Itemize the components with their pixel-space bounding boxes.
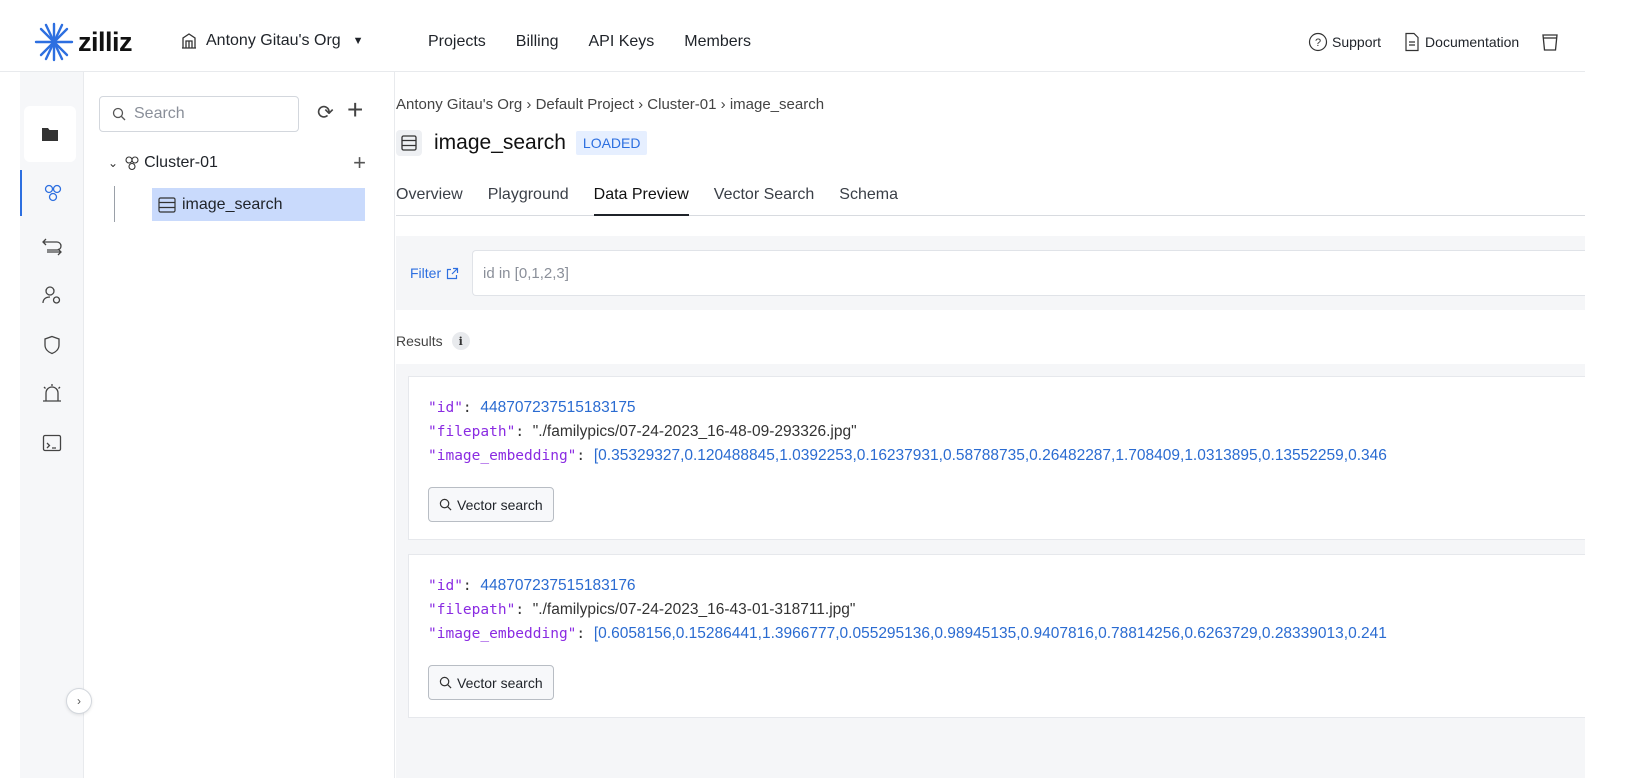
- page-title-row: image_search LOADED: [396, 130, 648, 156]
- tab-vector-search[interactable]: Vector Search: [714, 184, 815, 216]
- document-icon: [1405, 32, 1419, 52]
- add-icon[interactable]: +: [347, 94, 363, 126]
- top-nav: Projects Billing API Keys Members: [428, 33, 781, 51]
- left-rail: ›: [20, 72, 92, 778]
- refresh-icon[interactable]: ⟳: [317, 100, 334, 125]
- filter-panel: Filter: [396, 236, 1585, 310]
- org-name: Antony Gitau's Org: [206, 32, 341, 49]
- add-collection-icon[interactable]: +: [353, 150, 366, 176]
- result-embedding: [0.35329327,0.120488845,1.0392253,0.1623…: [593, 447, 1387, 464]
- result-id: 448707237515183176: [480, 577, 636, 594]
- logo-text: zilliz: [78, 26, 133, 57]
- tab-overview[interactable]: Overview: [396, 184, 463, 216]
- filter-link[interactable]: Filter: [410, 265, 459, 281]
- tab-schema[interactable]: Schema: [839, 184, 898, 216]
- tab-data-preview[interactable]: Data Preview: [593, 184, 689, 216]
- nav-billing[interactable]: Billing: [516, 33, 559, 51]
- results-label: Results: [396, 333, 443, 349]
- tree-connector-line: [114, 186, 115, 222]
- results-heading: Results i: [396, 332, 470, 350]
- rail-security[interactable]: [20, 322, 84, 368]
- search-icon: [439, 676, 452, 689]
- support-label: Support: [1332, 34, 1382, 50]
- vector-search-button[interactable]: Vector search: [428, 665, 554, 700]
- collection-name: image_search: [182, 195, 283, 213]
- svg-text:?: ?: [1315, 37, 1321, 49]
- collection-table-icon: [396, 130, 422, 156]
- main-content: Antony Gitau's Org › Default Project › C…: [396, 72, 1585, 778]
- result-embedding-line: "image_embedding": [0.6058156,0.15286441…: [428, 625, 1387, 642]
- filter-input[interactable]: [472, 250, 1585, 296]
- result-id-line: "id": 448707237515183175: [428, 399, 636, 416]
- zilliz-logo[interactable]: zilliz: [34, 22, 133, 62]
- result-filepath: "./familypics/07-24-2023_16-43-01-318711…: [532, 601, 856, 618]
- search-icon: [112, 107, 126, 121]
- building-icon: [180, 32, 198, 50]
- nav-api-keys[interactable]: API Keys: [588, 33, 654, 51]
- info-icon[interactable]: i: [451, 332, 470, 350]
- rail-alerts[interactable]: [20, 370, 84, 416]
- status-badge: LOADED: [575, 131, 648, 155]
- nav-projects[interactable]: Projects: [428, 33, 486, 51]
- tree-cluster-item[interactable]: ⌄ Cluster-01 +: [108, 150, 368, 175]
- terminal-icon: [42, 434, 62, 452]
- result-id: 448707237515183175: [480, 399, 636, 416]
- user-gear-icon: [42, 286, 61, 304]
- folder-icon: [42, 128, 58, 141]
- vector-search-button[interactable]: Vector search: [428, 487, 554, 522]
- clusters-icon: [44, 184, 62, 202]
- breadcrumb[interactable]: Antony Gitau's Org › Default Project › C…: [396, 96, 824, 113]
- question-circle-icon: ?: [1308, 32, 1328, 52]
- support-link[interactable]: ? Support: [1308, 32, 1381, 52]
- zilliz-star-icon: [34, 22, 74, 62]
- database-icon: [1542, 34, 1558, 51]
- cluster-name: Cluster-01: [144, 154, 218, 171]
- result-id-line: "id": 448707237515183176: [428, 577, 636, 594]
- tree-collection-item[interactable]: image_search: [152, 188, 365, 221]
- result-embedding-line: "image_embedding": [0.35329327,0.1204888…: [428, 447, 1387, 464]
- top-right-actions: ? Support Documentation: [1308, 32, 1585, 52]
- rail-console[interactable]: [20, 420, 84, 466]
- documentation-label: Documentation: [1425, 34, 1520, 50]
- cluster-tree-panel: ⟳ + ⌄ Cluster-01 + image_search: [84, 72, 395, 778]
- caret-down-icon: ▼: [352, 35, 364, 47]
- chevron-right-icon: ›: [77, 694, 81, 708]
- nav-members[interactable]: Members: [684, 33, 751, 51]
- chevron-down-icon[interactable]: ⌄: [108, 156, 118, 170]
- tree-search-input[interactable]: [134, 105, 284, 123]
- documentation-link[interactable]: Documentation: [1403, 32, 1519, 52]
- tab-bar: Overview Playground Data Preview Vector …: [396, 184, 1585, 216]
- rail-users[interactable]: [20, 272, 84, 318]
- result-filepath-line: "filepath": "./familypics/07-24-2023_16-…: [428, 601, 856, 618]
- table-icon: [158, 196, 176, 213]
- tab-playground[interactable]: Playground: [488, 184, 569, 216]
- cluster-icon: [124, 155, 140, 171]
- rail-migrations[interactable]: [20, 224, 84, 270]
- rail-clusters[interactable]: [20, 170, 84, 216]
- tree-search-box: [99, 96, 299, 132]
- result-card: "id": 448707237515183175 "filepath": "./…: [408, 376, 1585, 540]
- external-link-icon: [447, 267, 459, 279]
- rail-projects[interactable]: [24, 106, 76, 162]
- shield-icon: [44, 335, 60, 355]
- database-button[interactable]: [1541, 32, 1563, 52]
- org-selector[interactable]: Antony Gitau's Org ▼: [180, 32, 364, 50]
- page-title: image_search: [434, 131, 566, 154]
- transfer-icon: [42, 238, 62, 256]
- top-bar: zilliz Antony Gitau's Org ▼ Projects Bil…: [0, 0, 1585, 72]
- result-card: "id": 448707237515183176 "filepath": "./…: [408, 554, 1585, 718]
- filter-label: Filter: [410, 265, 442, 281]
- results-container: "id": 448707237515183175 "filepath": "./…: [396, 364, 1585, 778]
- result-filepath-line: "filepath": "./familypics/07-24-2023_16-…: [428, 423, 857, 440]
- alarm-icon: [43, 384, 61, 402]
- result-embedding: [0.6058156,0.15286441,1.3966777,0.055295…: [593, 625, 1387, 642]
- search-icon: [439, 498, 452, 511]
- result-filepath: "./familypics/07-24-2023_16-48-09-293326…: [532, 423, 857, 440]
